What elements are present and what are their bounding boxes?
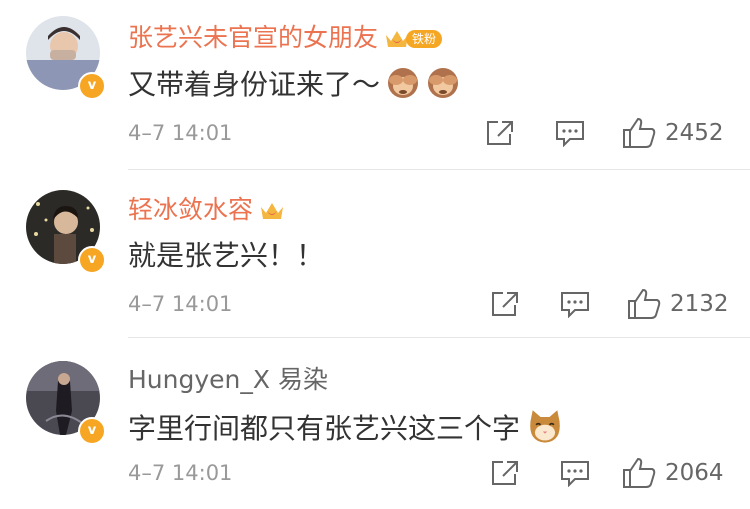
see-no-evil-monkey-icon: [428, 68, 459, 98]
comment-text: 就是张艺兴！！: [128, 239, 325, 272]
comment-item: v 轻冰敛水容 就是张艺兴！！ 4–7 14:01 2132: [0, 170, 750, 338]
crown-icon: [261, 203, 284, 219]
username[interactable]: 轻冰敛水容: [128, 194, 285, 226]
comment-reply-icon[interactable]: [555, 119, 585, 147]
verified-badge-icon: v: [78, 72, 106, 100]
share-icon[interactable]: [490, 459, 520, 487]
comment-meta: 4–7 14:01 2064: [128, 457, 728, 489]
like-thumb-icon[interactable]: [626, 288, 662, 320]
timestamp: 4–7 14:01: [128, 121, 233, 145]
comment-meta: 4–7 14:01 2452: [128, 117, 728, 149]
share-icon[interactable]: [485, 119, 515, 147]
like-count: 2132: [670, 291, 729, 317]
username[interactable]: Hungyen_X 易染: [128, 364, 328, 396]
verified-badge-icon: v: [78, 417, 106, 445]
username[interactable]: 张艺兴未官宣的女朋友 铁粉: [128, 22, 443, 54]
cat-face-icon: [530, 410, 560, 443]
timestamp: 4–7 14:01: [128, 461, 233, 485]
comment-meta: 4–7 14:01 2132: [128, 288, 729, 320]
like-thumb-icon[interactable]: [621, 117, 657, 149]
comment-item: v Hungyen_X 易染 字里行间都只有张艺兴这三个字 4–7 14:01 …: [0, 338, 750, 509]
comment-text: 又带着身份证来了～: [128, 66, 460, 103]
comment-reply-icon[interactable]: [560, 290, 590, 318]
like-count: 2064: [665, 460, 724, 486]
share-icon[interactable]: [490, 290, 520, 318]
verified-badge-icon: v: [78, 246, 106, 274]
comment-reply-icon[interactable]: [560, 459, 590, 487]
comment-item: v 张艺兴未官宣的女朋友 铁粉 又带着身份证来了～ 4–7 14:01 2452: [0, 0, 750, 170]
timestamp: 4–7 14:01: [128, 292, 233, 316]
fan-badge: 铁粉: [406, 30, 443, 48]
comment-text: 字里行间都只有张艺兴这三个字: [128, 408, 564, 447]
like-thumb-icon[interactable]: [621, 457, 657, 489]
see-no-evil-monkey-icon: [388, 68, 419, 98]
like-count: 2452: [665, 120, 724, 146]
